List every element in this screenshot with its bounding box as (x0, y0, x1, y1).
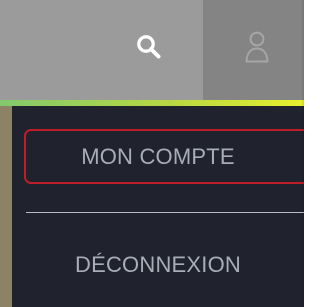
user-account-button[interactable] (203, 0, 304, 100)
right-edge-shadow (301, 0, 304, 307)
account-dropdown-menu: MON COMPTE DÉCONNEXION (12, 106, 304, 307)
menu-item-mon-compte[interactable]: MON COMPTE (12, 128, 304, 186)
search-icon (137, 35, 161, 59)
menu-item-label: DÉCONNEXION (75, 252, 241, 277)
account-menu-screenshot: MON COMPTE DÉCONNEXION (0, 0, 304, 307)
search-button[interactable] (0, 0, 203, 100)
user-icon (245, 31, 269, 63)
menu-item-label: MON COMPTE (81, 144, 235, 169)
menu-item-deconnexion[interactable]: DÉCONNEXION (12, 236, 304, 294)
menu-divider (26, 212, 304, 213)
background-strip (0, 106, 12, 307)
